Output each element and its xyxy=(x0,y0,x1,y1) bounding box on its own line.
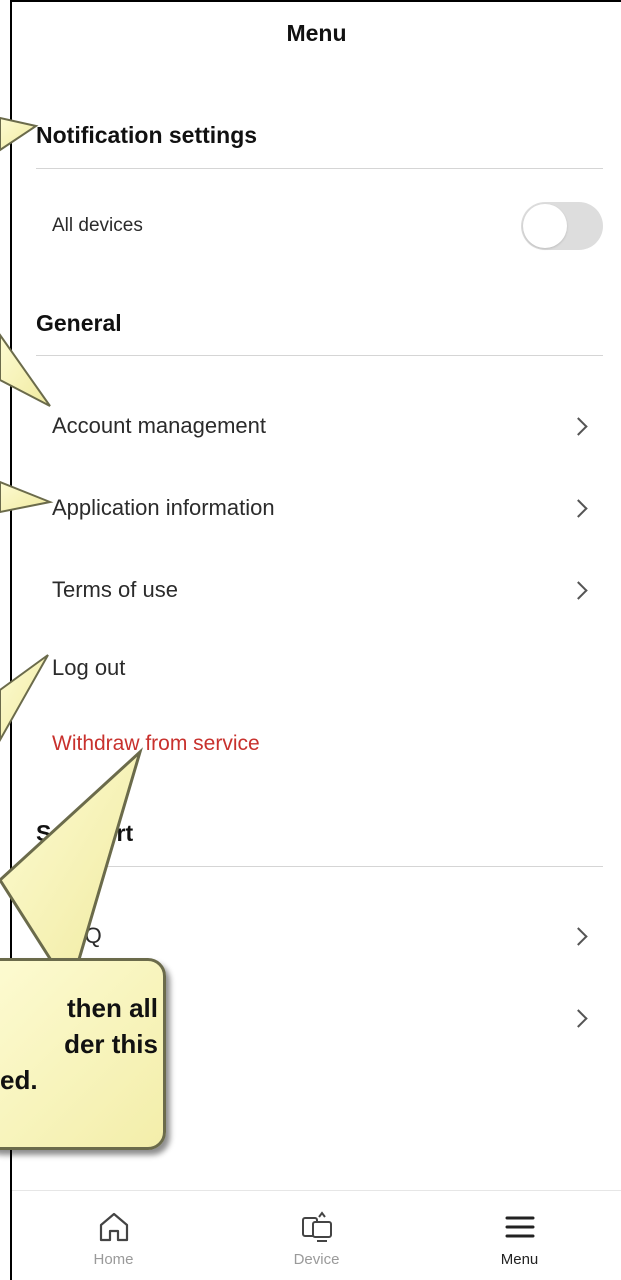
callout-pointer xyxy=(0,747,143,994)
menu-icon xyxy=(505,1216,534,1238)
nav-label: Home xyxy=(93,1251,134,1268)
callout-pointer xyxy=(0,116,39,152)
nav-item-menu[interactable]: Menu xyxy=(418,1191,621,1280)
nav-item-home[interactable]: Home xyxy=(12,1191,215,1280)
callout-line-3: ed. xyxy=(0,1065,38,1095)
callout-line-2: der this xyxy=(64,1029,158,1059)
nav-label: Device xyxy=(293,1251,340,1268)
callout-line-1: then all xyxy=(66,993,158,1023)
nav-item-device[interactable]: Device xyxy=(215,1191,418,1280)
callout-text: then all der this ed. xyxy=(0,990,160,1098)
device-icon xyxy=(301,1211,332,1242)
callout-pointer xyxy=(0,654,49,743)
home-icon xyxy=(99,1212,128,1242)
callout-pointer xyxy=(0,480,54,514)
callout-pointer xyxy=(0,333,51,407)
bottom-navigation: Home Device Menu xyxy=(12,1190,621,1280)
nav-label: Menu xyxy=(500,1251,539,1268)
